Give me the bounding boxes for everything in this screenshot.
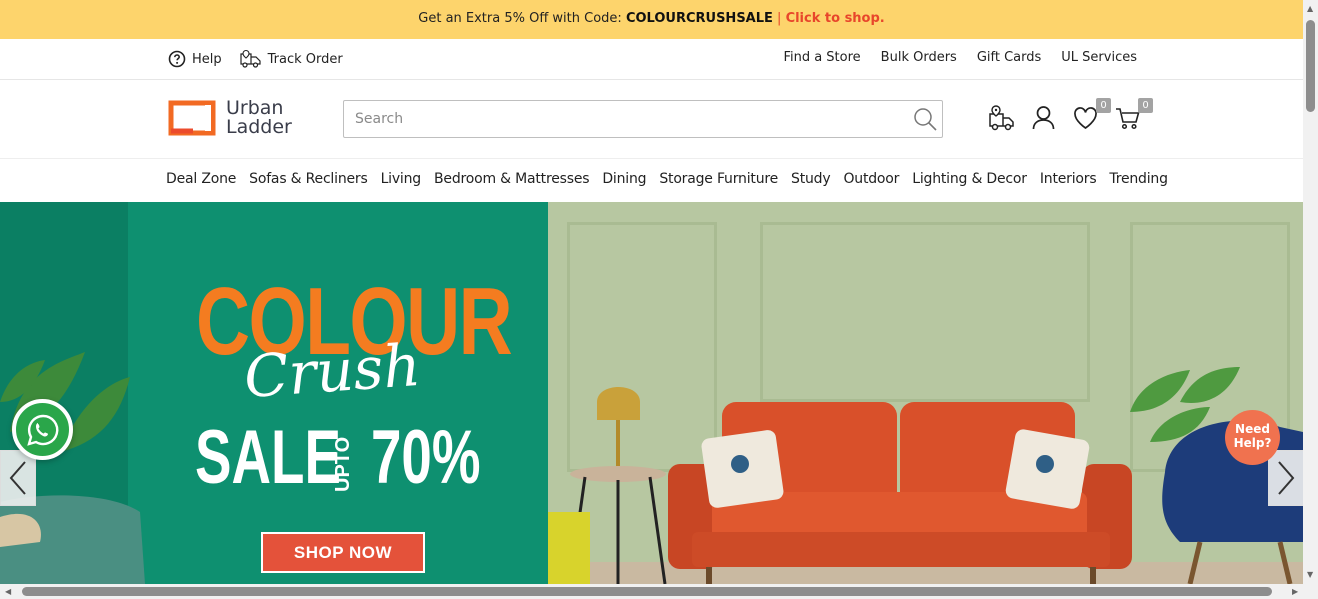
nav-item-dining[interactable]: Dining <box>602 171 646 187</box>
nav-item-trending[interactable]: Trending <box>1109 171 1168 187</box>
promo-bar[interactable]: Get an Extra 5% Off with Code: COLOURCRU… <box>0 0 1303 39</box>
need-help-line-1: Need <box>1235 422 1270 436</box>
header-icons: 0 0 <box>988 98 1153 132</box>
gift-cards-link[interactable]: Gift Cards <box>977 50 1041 65</box>
search-input[interactable] <box>344 101 904 137</box>
nav-item-sofas-recliners[interactable]: Sofas & Recliners <box>249 171 368 187</box>
logo-mark-icon <box>168 100 216 136</box>
chevron-right-icon <box>1278 461 1295 495</box>
nav-item-deal-zone[interactable]: Deal Zone <box>166 171 236 187</box>
carousel-next-button[interactable] <box>1268 450 1304 506</box>
need-help-line-2: Help? <box>1233 436 1272 450</box>
promo-separator: | <box>772 11 786 26</box>
scroll-down-icon[interactable]: ▼ <box>1307 570 1313 579</box>
nav-item-storage-furniture[interactable]: Storage Furniture <box>659 171 778 187</box>
hero-banner[interactable]: COLOUR Crush SALE UPTO 70% SHOP NOW <box>0 202 1303 584</box>
utility-bar: Help Track Order Find a Store Bulk Order… <box>0 39 1303 80</box>
category-nav: Deal Zone Sofas & Recliners Living Bedro… <box>0 159 1303 202</box>
hero-headline-crush: Crush <box>241 330 423 412</box>
store-delivery-button[interactable] <box>988 104 1015 132</box>
nav-item-interiors[interactable]: Interiors <box>1040 171 1097 187</box>
room-scene-illustration <box>0 352 1303 584</box>
track-order-link[interactable]: Track Order <box>240 49 343 69</box>
wishlist-button[interactable]: 0 <box>1072 98 1111 132</box>
user-icon <box>1032 106 1055 130</box>
track-order-label: Track Order <box>267 51 343 67</box>
help-link[interactable]: Help <box>168 50 222 68</box>
horizontal-scrollbar[interactable]: ◀ ▶ <box>0 584 1318 599</box>
account-button[interactable] <box>1030 104 1057 132</box>
nav-item-outdoor[interactable]: Outdoor <box>843 171 899 187</box>
wishlist-count-badge: 0 <box>1096 98 1111 113</box>
promo-cta-link[interactable]: Click to shop. <box>786 11 885 26</box>
nav-item-lighting-decor[interactable]: Lighting & Decor <box>912 171 1027 187</box>
logo-line-2: Ladder <box>226 116 292 138</box>
help-icon <box>168 50 186 68</box>
page: Get an Extra 5% Off with Code: COLOURCRU… <box>0 0 1318 599</box>
ul-services-link[interactable]: UL Services <box>1061 50 1137 65</box>
nav-item-living[interactable]: Living <box>381 171 422 187</box>
cart-icon <box>1116 108 1140 130</box>
search-icon[interactable] <box>912 106 938 132</box>
hero-headline-sale: SALE <box>195 415 341 500</box>
scroll-left-icon[interactable]: ◀ <box>5 587 11 596</box>
nav-item-bedroom-mattresses[interactable]: Bedroom & Mattresses <box>434 171 590 187</box>
vertical-scroll-thumb[interactable] <box>1306 20 1315 112</box>
cart-count-badge: 0 <box>1138 98 1153 113</box>
utility-right: Find a Store Bulk Orders Gift Cards UL S… <box>783 50 1137 65</box>
track-order-icon <box>240 49 261 68</box>
nav-item-study[interactable]: Study <box>791 171 831 187</box>
promo-code: COLOURCRUSHSALE <box>625 11 773 26</box>
hero-discount-percent: 70% <box>371 415 481 500</box>
help-label: Help <box>192 51 222 67</box>
scroll-right-icon[interactable]: ▶ <box>1292 587 1298 596</box>
need-help-button[interactable]: Need Help? <box>1225 410 1280 465</box>
search-box <box>343 100 943 138</box>
carousel-prev-button[interactable] <box>0 450 36 506</box>
scroll-up-icon[interactable]: ▲ <box>1307 4 1313 13</box>
chevron-left-icon <box>9 461 26 495</box>
find-store-link[interactable]: Find a Store <box>783 50 860 65</box>
heart-icon <box>1074 107 1097 130</box>
main-header: Urban Ladder 0 0 <box>0 80 1303 159</box>
delivery-icon <box>989 105 1014 131</box>
whatsapp-icon <box>26 414 58 446</box>
bulk-orders-link[interactable]: Bulk Orders <box>881 50 957 65</box>
horizontal-scroll-thumb[interactable] <box>22 587 1272 596</box>
whatsapp-chat-button[interactable] <box>12 399 73 460</box>
hero-upto-label: UPTO <box>332 436 354 492</box>
logo-text: Urban Ladder <box>226 99 292 137</box>
promo-text: Get an Extra 5% Off with Code: <box>418 11 626 26</box>
vertical-scrollbar[interactable]: ▲ ▼ <box>1303 0 1318 584</box>
cart-button[interactable]: 0 <box>1114 98 1153 132</box>
utility-left: Help Track Order <box>168 49 343 69</box>
logo[interactable]: Urban Ladder <box>168 98 303 138</box>
shop-now-button[interactable]: SHOP NOW <box>261 532 425 573</box>
